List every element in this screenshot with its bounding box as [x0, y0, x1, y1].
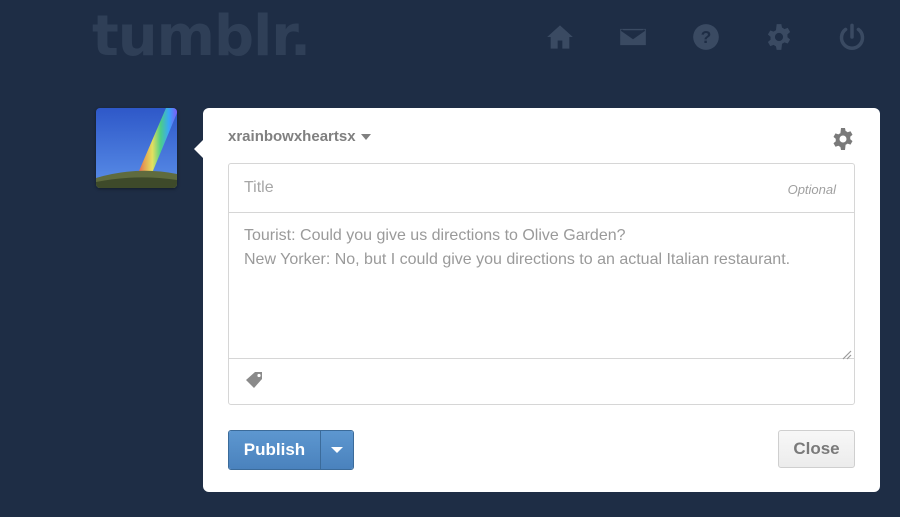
resize-handle[interactable] [840, 344, 852, 360]
top-nav: ? [545, 22, 867, 52]
power-icon[interactable] [837, 22, 867, 52]
gear-icon[interactable] [764, 22, 794, 52]
chevron-down-icon [331, 447, 343, 453]
close-button[interactable]: Close [778, 430, 855, 468]
publish-button[interactable]: Publish [229, 431, 320, 469]
tumblr-logo[interactable]: tumblr. [92, 4, 311, 69]
blog-name: xrainbowxheartsx [228, 128, 356, 145]
mail-icon[interactable] [618, 22, 648, 52]
tag-icon[interactable] [245, 370, 265, 390]
post-editor-card: xrainbowxheartsx Title Optional Tourist:… [194, 108, 880, 492]
body-line: Tourist: Could you give us directions to… [244, 227, 626, 244]
post-body-textarea[interactable]: Tourist: Could you give us directions to… [229, 213, 854, 360]
title-input[interactable]: Title [244, 179, 274, 197]
publish-options-dropdown[interactable] [320, 431, 353, 469]
blog-selector[interactable]: xrainbowxheartsx [228, 128, 371, 145]
blog-avatar[interactable] [96, 108, 177, 188]
title-row[interactable]: Title Optional [229, 164, 854, 213]
publish-button-group: Publish [228, 430, 354, 470]
help-icon[interactable]: ? [691, 22, 721, 52]
svg-text:?: ? [701, 27, 712, 47]
title-optional-hint: Optional [787, 182, 836, 197]
tags-row[interactable] [229, 359, 854, 403]
chevron-down-icon [360, 134, 371, 140]
post-settings-gear-icon[interactable] [831, 127, 855, 151]
post-editor: Title Optional Tourist: Could you give u… [228, 163, 855, 405]
home-icon[interactable] [545, 22, 575, 52]
body-line: New Yorker: No, but I could give you dir… [244, 251, 791, 268]
